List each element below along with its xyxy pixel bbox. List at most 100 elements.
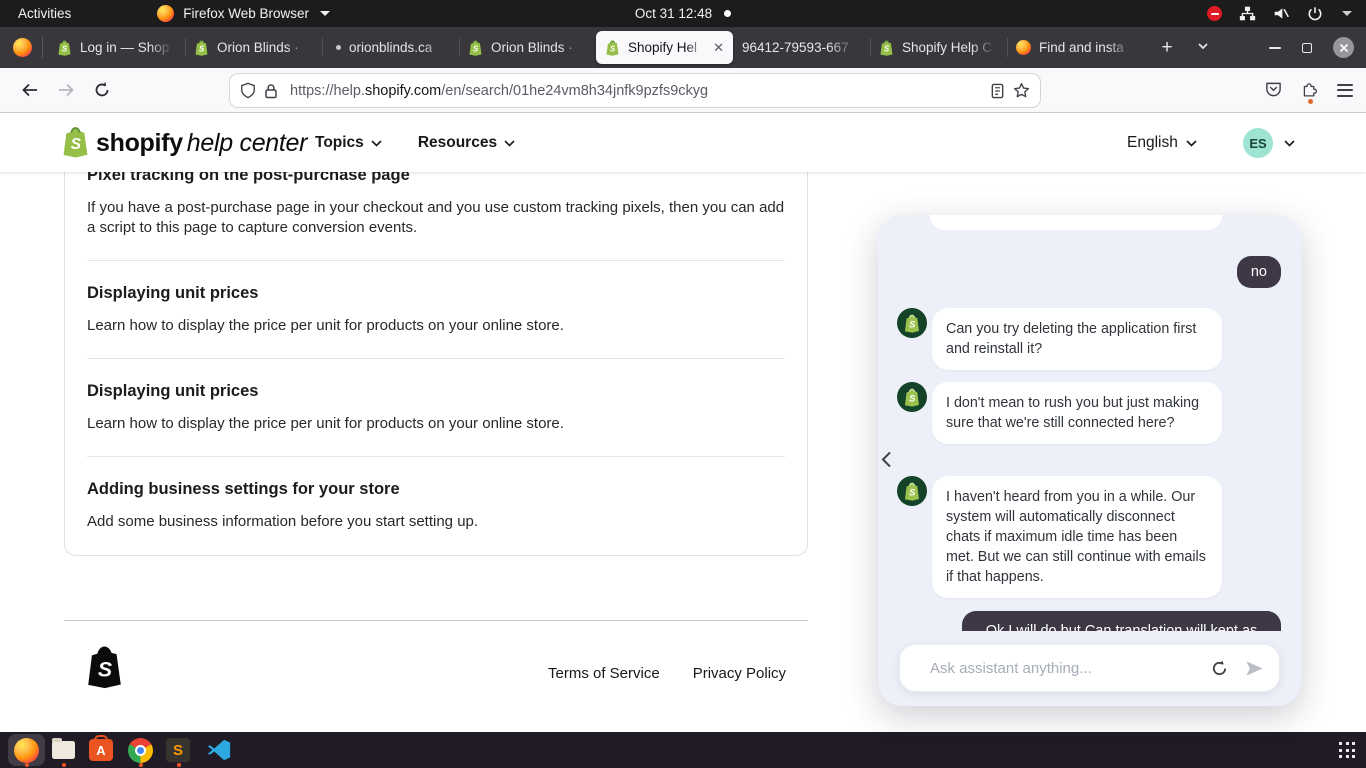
tab-label: Log in — Shop: [80, 40, 176, 55]
power-icon: [1307, 6, 1323, 22]
tab-find-and-install[interactable]: Find and insta: [1007, 31, 1144, 64]
resources-menu[interactable]: Resources: [418, 134, 515, 152]
shopify-favicon: [468, 40, 483, 56]
assistant-message-bubble: I haven't heard from you in a while. Our…: [932, 476, 1222, 598]
shopify-help-center-logo[interactable]: shopifyhelp center: [62, 126, 307, 158]
dock-sublime-button[interactable]: S: [165, 737, 191, 763]
tab-shopify-help-2[interactable]: Shopify Help C: [870, 31, 1007, 64]
tab-shopify-help-active[interactable]: Shopify Hel ✕: [596, 31, 733, 64]
refresh-icon[interactable]: [1210, 659, 1229, 678]
shopify-footer-logo[interactable]: [86, 645, 123, 689]
window-close-button[interactable]: [1333, 37, 1354, 58]
tab-label: Shopify Hel: [628, 40, 709, 55]
chat-input-bar: [899, 644, 1280, 692]
reload-button[interactable]: [93, 81, 111, 99]
extensions-icon[interactable]: [1301, 81, 1318, 98]
topics-menu[interactable]: Topics: [315, 134, 382, 152]
shopify-favicon: [194, 40, 209, 56]
tray-caret-icon: [1342, 11, 1352, 16]
back-button[interactable]: [21, 81, 39, 99]
dock-vscode-button[interactable]: [206, 737, 232, 763]
lock-icon[interactable]: [264, 83, 278, 99]
sublime-text-icon: S: [166, 738, 190, 762]
tab-orion-blinds-1[interactable]: Orion Blinds ·: [185, 31, 322, 64]
tab-label: 96412-79593-667: [742, 40, 861, 55]
vscode-icon: [207, 738, 231, 762]
privacy-policy-link[interactable]: Privacy Policy: [693, 665, 786, 682]
dock-firefox-button[interactable]: [13, 737, 39, 763]
new-tab-button[interactable]: +: [1154, 35, 1180, 61]
search-result[interactable]: Adding business settings for your store …: [87, 479, 785, 532]
firefox-app-icon[interactable]: [13, 38, 32, 57]
tab-list-chevron-icon[interactable]: [1196, 39, 1210, 53]
tab-login-shop[interactable]: Log in — Shop: [48, 31, 185, 64]
dock-files-button[interactable]: [50, 737, 76, 763]
shield-icon[interactable]: [240, 82, 256, 99]
chat-collapse-icon[interactable]: [881, 451, 892, 468]
logo-word-help-center: help center: [187, 129, 307, 157]
tab-orionblinds-ca[interactable]: orionblinds.ca: [322, 31, 459, 64]
window-restore-button[interactable]: [1302, 43, 1312, 53]
reader-view-icon[interactable]: [990, 83, 1005, 99]
running-indicator: [139, 763, 143, 767]
do-not-disturb-icon: [1207, 6, 1222, 21]
clipped-user-message-bubble: Ok I will do but Can translation will ke…: [962, 611, 1281, 631]
assistant-message-bubble: I don't mean to rush you but just making…: [932, 382, 1222, 444]
running-indicator: [177, 763, 181, 767]
divider: [87, 358, 785, 359]
search-result[interactable]: Displaying unit prices Learn how to disp…: [87, 283, 785, 336]
tab-label: Orion Blinds ·: [217, 40, 313, 55]
user-avatar[interactable]: ES: [1243, 128, 1273, 158]
divider: [42, 37, 43, 58]
url-bar[interactable]: https://help.shopify.com/en/search/01he2…: [230, 74, 1040, 107]
tab-orion-blinds-2[interactable]: Orion Blinds ·: [459, 31, 596, 64]
result-title[interactable]: Displaying unit prices: [87, 381, 785, 401]
generic-favicon: [336, 45, 341, 50]
result-description: Learn how to display the price per unit …: [87, 414, 785, 434]
dock: A S: [0, 732, 1366, 768]
chat-input[interactable]: [930, 660, 1194, 677]
browser-toolbar: https://help.shopify.com/en/search/01he2…: [0, 68, 1366, 113]
menu-hamburger-icon[interactable]: [1337, 83, 1353, 97]
tab-label: Find and insta: [1039, 40, 1135, 55]
topics-label: Topics: [315, 134, 364, 152]
user-message-bubble: no: [1237, 256, 1281, 288]
page-content: Pixel tracking on the post-purchase page…: [0, 113, 1366, 732]
chat-widget: no Can you try deleting the application …: [878, 215, 1301, 706]
result-title[interactable]: Adding business settings for your store: [87, 479, 785, 499]
language-selector[interactable]: English: [1127, 134, 1197, 152]
tab-order-number[interactable]: 96412-79593-667: [733, 31, 870, 64]
url-text: https://help.shopify.com/en/search/01he2…: [290, 83, 982, 99]
app-menu-button[interactable]: Firefox Web Browser: [157, 5, 330, 22]
volume-muted-icon: [1273, 5, 1290, 22]
send-icon[interactable]: [1245, 660, 1264, 677]
notification-dot-icon: [724, 10, 731, 17]
tab-close-icon[interactable]: ✕: [713, 41, 724, 54]
dock-chrome-button[interactable]: [127, 737, 153, 763]
menu-caret-icon: [320, 11, 330, 16]
shopify-favicon: [605, 40, 620, 56]
assistant-shopify-avatar: [897, 476, 927, 506]
chat-panel: no Can you try deleting the application …: [878, 215, 1301, 706]
bookmark-star-icon[interactable]: [1013, 82, 1030, 99]
search-result[interactable]: Pixel tracking on the post-purchase page…: [87, 165, 785, 238]
chrome-icon: [128, 738, 153, 763]
system-tray[interactable]: [1207, 0, 1352, 27]
assistant-shopify-avatar: [897, 382, 927, 412]
avatar-chevron-icon[interactable]: [1284, 140, 1295, 147]
show-applications-icon[interactable]: [1339, 742, 1355, 758]
language-label: English: [1127, 134, 1178, 152]
activities-button[interactable]: Activities: [0, 0, 89, 27]
firefox-icon: [14, 738, 39, 763]
forward-button[interactable]: [57, 81, 75, 99]
clipped-message-text: Ok I will do but Can translation will ke…: [962, 611, 1281, 631]
url-scheme: https://help.: [290, 83, 365, 99]
search-results-card: Pixel tracking on the post-purchase page…: [64, 146, 808, 556]
pocket-icon[interactable]: [1265, 81, 1282, 98]
dock-software-button[interactable]: A: [88, 737, 114, 763]
terms-of-service-link[interactable]: Terms of Service: [548, 665, 660, 682]
result-title[interactable]: Displaying unit prices: [87, 283, 785, 303]
running-indicator: [62, 763, 66, 767]
window-minimize-button[interactable]: [1269, 47, 1281, 49]
search-result[interactable]: Displaying unit prices Learn how to disp…: [87, 381, 785, 434]
